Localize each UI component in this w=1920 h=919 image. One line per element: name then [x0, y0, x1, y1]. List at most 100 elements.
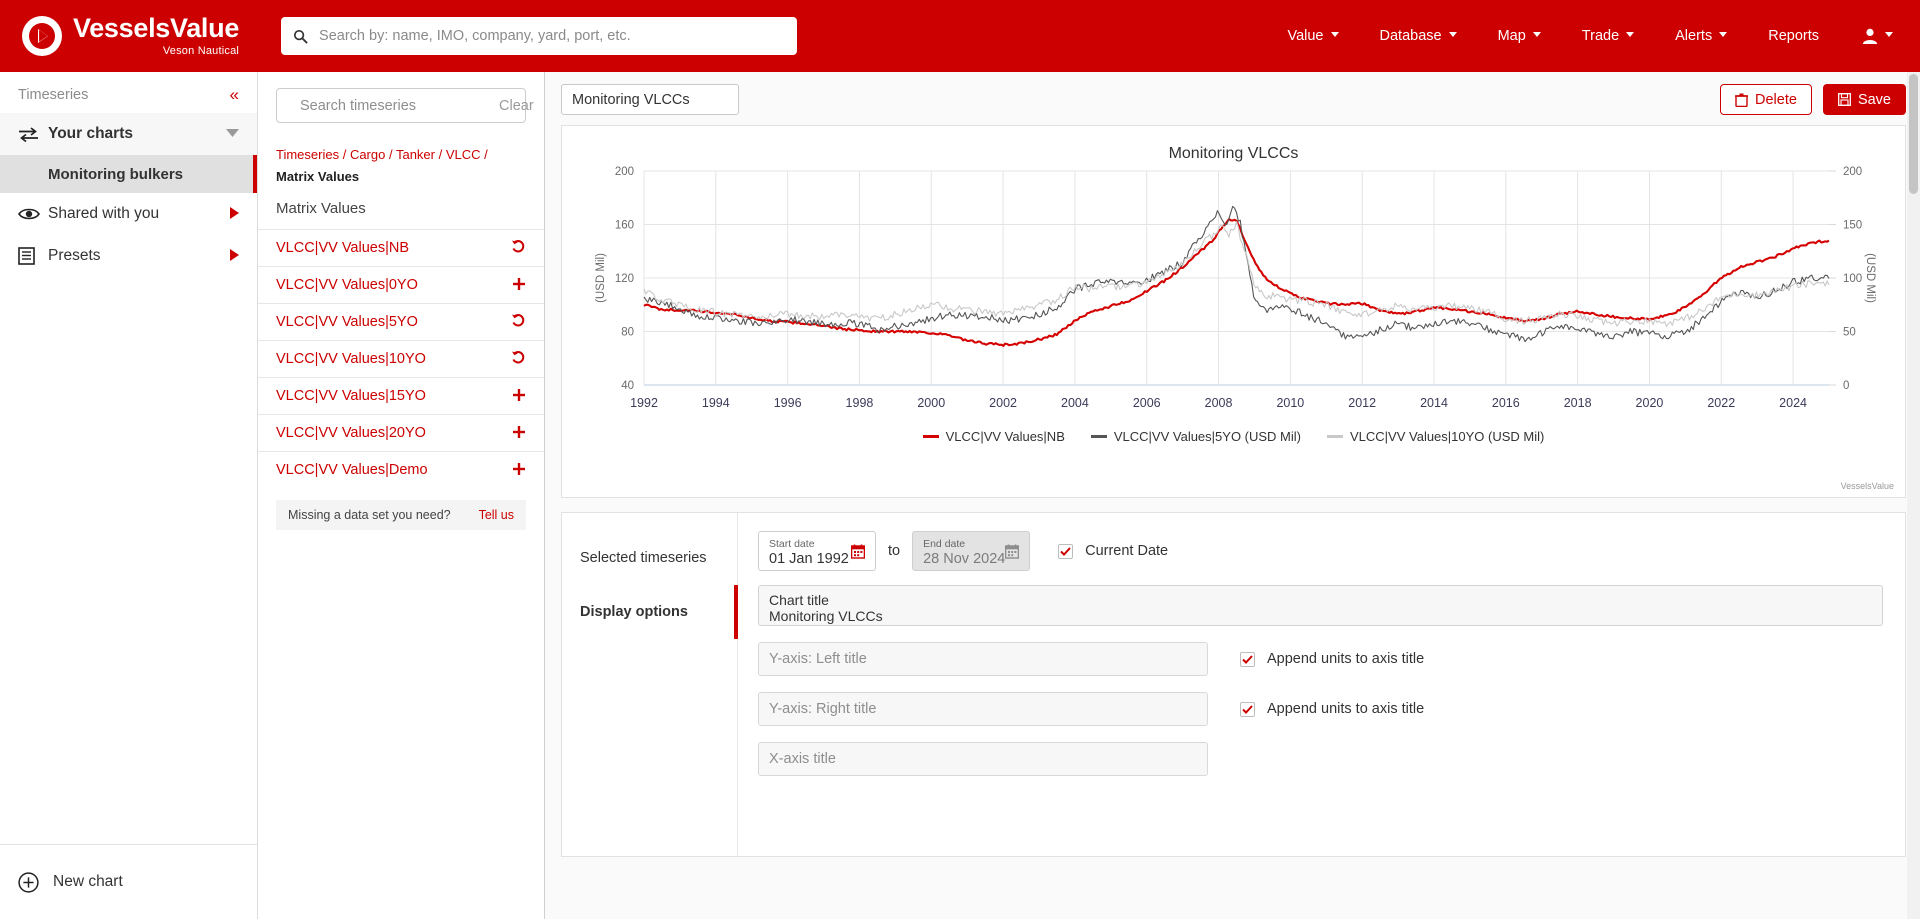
current-date-checkbox[interactable]: [1058, 543, 1074, 559]
legend-swatch: [922, 435, 939, 438]
global-search-input[interactable]: [317, 17, 786, 55]
scrollbar-thumb[interactable]: [1909, 74, 1918, 194]
legend-item-5yo[interactable]: VLCC|VV Values|5YO (USD Mil): [1090, 429, 1301, 444]
nav-label: Map: [1497, 28, 1526, 44]
svg-text:120: 120: [614, 273, 633, 285]
timeseries-item-nb[interactable]: VLCC|VV Values|NB: [258, 229, 544, 266]
legend-item-nb[interactable]: VLCC|VV Values|NB: [922, 429, 1065, 444]
chart-legend: VLCC|VV Values|NB VLCC|VV Values|5YO (US…: [562, 429, 1905, 444]
breadcrumb-cargo[interactable]: Cargo: [350, 147, 385, 162]
legend-swatch: [1327, 435, 1343, 438]
left-sidebar: Timeseries « Your charts Monitoring bulk…: [0, 72, 258, 919]
header-buttons: Delete Save: [1720, 84, 1906, 115]
undo-icon[interactable]: [511, 313, 526, 331]
chevron-down-icon: [1330, 31, 1340, 41]
nav-item-trade[interactable]: Trade: [1572, 20, 1645, 52]
chart-name-input[interactable]: [561, 84, 739, 115]
timeseries-item-10yo[interactable]: VLCC|VV Values|10YO: [258, 340, 544, 377]
timeseries-item-0yo[interactable]: VLCC|VV Values|0YO: [258, 266, 544, 303]
sidebar-item-your-charts[interactable]: Your charts: [0, 113, 257, 155]
append-units-right-label: Append units to axis title: [1267, 701, 1425, 717]
timeseries-item-15yo[interactable]: VLCC|VV Values|15YO: [258, 377, 544, 414]
chart-card: Monitoring VLCCs 40 80 120 160 200 0 50 100 150 2…: [561, 125, 1906, 498]
brand-logo-area[interactable]: VesselsValue Veson Nautical: [22, 15, 239, 57]
content-header: Delete Save: [561, 84, 1906, 115]
legend-swatch: [1090, 435, 1107, 438]
undo-icon[interactable]: [511, 350, 526, 368]
chart-svg: 40801201602000501001502001992 1994 1996 199…: [595, 166, 1876, 410]
y-left-title-row: Append units to axis title: [758, 642, 1883, 676]
plus-icon[interactable]: [512, 388, 526, 405]
sidebar-title: Timeseries: [18, 86, 89, 103]
svg-text:40: 40: [621, 380, 634, 392]
svg-text:100: 100: [1843, 273, 1862, 285]
nav-item-alerts[interactable]: Alerts: [1665, 20, 1738, 52]
new-chart-button[interactable]: New chart: [0, 844, 257, 919]
nav-item-map[interactable]: Map: [1488, 20, 1552, 52]
svg-text:2016: 2016: [1491, 396, 1519, 410]
timeseries-item-demo[interactable]: VLCC|VV Values|Demo: [258, 451, 544, 488]
book-icon: [18, 246, 48, 266]
start-date-field[interactable]: Start date 01 Jan 1992: [758, 531, 876, 571]
user-icon: [1862, 28, 1878, 44]
timeseries-item-label: VLCC|VV Values|10YO: [276, 351, 426, 367]
chevron-right-icon: [230, 206, 239, 222]
clear-search-button[interactable]: Clear: [499, 98, 534, 114]
breadcrumb-vlcc[interactable]: VLCC: [446, 147, 481, 162]
top-navigation-bar: VesselsValue Veson Nautical Value Databa…: [0, 0, 1920, 72]
chart-plot-area[interactable]: 40 80 120 160 200 0 50 100 150 200 1992 1994 1996 199…: [562, 163, 1905, 425]
delete-button[interactable]: Delete: [1720, 84, 1812, 115]
user-menu-button[interactable]: [1861, 27, 1894, 45]
sidebar-item-monitoring-bulkers[interactable]: Monitoring bulkers: [0, 155, 257, 193]
append-units-right-checkbox[interactable]: [1240, 701, 1255, 717]
date-range-separator: to: [888, 543, 901, 559]
plus-icon[interactable]: [512, 277, 526, 294]
svg-text:200: 200: [1843, 166, 1862, 178]
chart-watermark: VesselsValue: [1840, 481, 1894, 491]
timeseries-item-20yo[interactable]: VLCC|VV Values|20YO: [258, 414, 544, 451]
global-search-box[interactable]: [281, 17, 798, 55]
breadcrumb-tanker[interactable]: Tanker: [396, 147, 435, 162]
plus-icon[interactable]: [512, 462, 526, 479]
breadcrumb: Timeseries / Cargo / Tanker / VLCC / Mat…: [258, 123, 544, 186]
chart-title-field[interactable]: Chart title Monitoring VLCCs: [758, 585, 1883, 626]
svg-text:160: 160: [614, 220, 633, 232]
chevron-down-icon: [1448, 31, 1458, 41]
nav-item-value[interactable]: Value: [1277, 20, 1349, 52]
tell-us-link[interactable]: Tell us: [479, 508, 514, 522]
breadcrumb-timeseries[interactable]: Timeseries: [276, 147, 339, 162]
chart-title: Monitoring VLCCs: [1168, 145, 1299, 162]
save-button[interactable]: Save: [1822, 84, 1906, 115]
tab-selected-timeseries[interactable]: Selected timeseries: [562, 531, 737, 585]
nav-item-reports[interactable]: Reports: [1758, 20, 1829, 52]
legend-label: VLCC|VV Values|5YO (USD Mil): [1113, 429, 1301, 444]
x-axis-title-input[interactable]: [758, 742, 1208, 776]
timeseries-search-input[interactable]: [298, 96, 489, 115]
calendar-icon[interactable]: [850, 544, 866, 562]
y-axis-right-title-input[interactable]: [758, 692, 1208, 726]
svg-text:2018: 2018: [1563, 396, 1591, 410]
new-chart-label: New chart: [53, 873, 123, 890]
chevron-down-icon: [1532, 31, 1542, 41]
sidebar-label: Your charts: [48, 125, 133, 142]
timeseries-item-label: VLCC|VV Values|15YO: [276, 388, 426, 404]
sidebar-item-shared-with-you[interactable]: Shared with you: [0, 193, 257, 235]
collapse-sidebar-icon[interactable]: «: [230, 86, 239, 103]
tab-display-options[interactable]: Display options: [562, 585, 738, 639]
svg-text:2024: 2024: [1779, 396, 1807, 410]
undo-icon[interactable]: [511, 239, 526, 257]
brand-name: VesselsValue: [73, 13, 240, 43]
eye-icon: [18, 207, 48, 221]
timeseries-item-5yo[interactable]: VLCC|VV Values|5YO: [258, 303, 544, 340]
svg-text:1996: 1996: [773, 396, 801, 410]
page-scrollbar[interactable]: [1907, 72, 1920, 919]
nav-item-database[interactable]: Database: [1370, 20, 1468, 52]
plus-icon[interactable]: [512, 425, 526, 442]
timeseries-item-label: VLCC|VV Values|Demo: [276, 462, 428, 478]
legend-item-10yo[interactable]: VLCC|VV Values|10YO (USD Mil): [1327, 429, 1544, 444]
y-axis-left-title-input[interactable]: [758, 642, 1208, 676]
timeseries-search-box[interactable]: Clear: [276, 88, 534, 123]
append-units-left-checkbox[interactable]: [1240, 651, 1255, 667]
sidebar-item-presets[interactable]: Presets: [0, 235, 257, 277]
nav-label: Database: [1379, 28, 1442, 44]
